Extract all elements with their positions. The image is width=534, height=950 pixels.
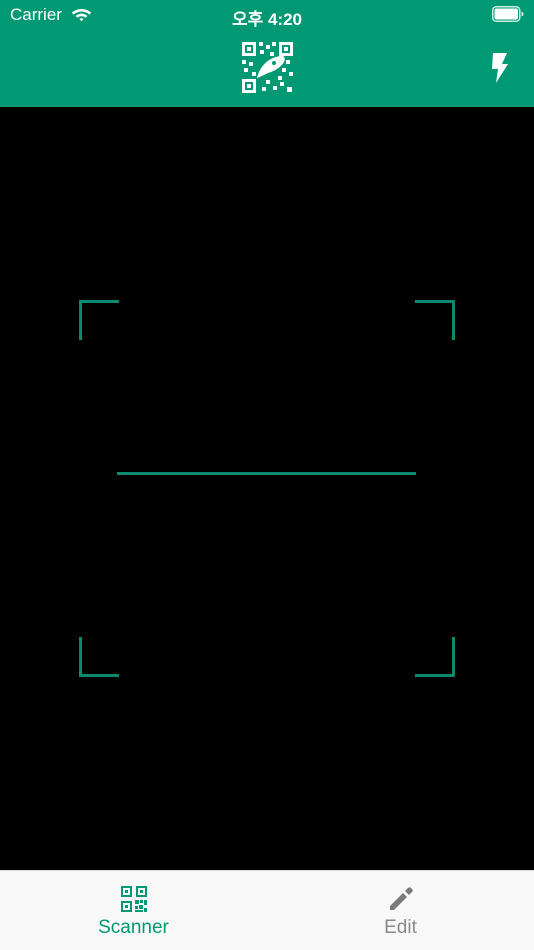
scan-frame: [79, 300, 455, 677]
status-time: 오후 4:20: [231, 10, 303, 29]
tab-edit[interactable]: Edit: [267, 871, 534, 950]
tab-scanner[interactable]: Scanner: [0, 871, 267, 950]
flash-icon[interactable]: [483, 50, 515, 86]
battery-icon: [492, 6, 524, 22]
qr-code-icon: [120, 886, 147, 912]
scan-line: [117, 472, 416, 475]
scan-corner-top-left: [79, 300, 119, 340]
pencil-icon: [389, 887, 413, 910]
scan-corner-bottom-left: [79, 637, 119, 677]
tab-bar: Scanner Edit: [0, 870, 534, 950]
scan-corner-top-right: [415, 300, 455, 340]
tab-scanner-label: Scanner: [98, 917, 169, 938]
qr-code-logo-icon: [240, 40, 295, 95]
app-header: Carrier 오후 4:20: [0, 0, 534, 107]
scan-corner-bottom-right: [415, 637, 455, 677]
tab-edit-label: Edit: [384, 917, 417, 938]
status-bar: Carrier 오후 4:20: [0, 0, 534, 30]
